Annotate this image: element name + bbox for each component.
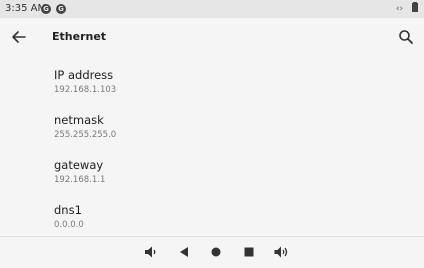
volume-down-button[interactable]: [143, 244, 159, 260]
recents-nav-button[interactable]: [241, 244, 257, 260]
setting-item-ip-address[interactable]: IP address 192.168.1.103: [0, 62, 424, 106]
navigation-bar: [0, 236, 424, 268]
setting-value: 192.168.1.103: [54, 85, 117, 95]
setting-label: gateway: [54, 158, 104, 172]
setting-label: netmask: [54, 113, 104, 127]
status-bar: 3:35 AM G G ‹›: [0, 0, 424, 18]
home-nav-button[interactable]: [208, 244, 224, 260]
setting-value: 0.0.0.0: [54, 220, 84, 230]
page-title: Ethernet: [52, 30, 107, 43]
setting-label: IP address: [54, 68, 114, 82]
setting-item-netmask[interactable]: netmask 255.255.255.0: [0, 107, 424, 151]
home-circle-icon: [211, 247, 221, 257]
setting-label: dns1: [54, 203, 82, 217]
volume-up-icon: [274, 246, 288, 258]
volume-up-button[interactable]: [273, 244, 289, 260]
notification-g-icon: G: [56, 4, 66, 14]
battery-icon: [412, 2, 418, 12]
status-time: 3:35 AM: [5, 3, 47, 14]
recents-square-icon: [244, 247, 254, 257]
setting-value: 192.168.1.1: [54, 175, 106, 185]
search-button[interactable]: [395, 26, 417, 48]
setting-item-gateway[interactable]: gateway 192.168.1.1: [0, 152, 424, 196]
setting-value: 255.255.255.0: [54, 130, 117, 140]
volume-down-icon: [145, 246, 156, 258]
back-nav-button[interactable]: [176, 244, 192, 260]
notification-g-icon: G: [41, 4, 51, 14]
status-right-icons: ‹›: [396, 0, 418, 18]
search-icon: [399, 30, 413, 44]
back-button[interactable]: [8, 26, 30, 48]
back-triangle-icon: [180, 247, 188, 257]
setting-item-dns1[interactable]: dns1 0.0.0.0: [0, 197, 424, 241]
app-bar: Ethernet: [0, 18, 424, 56]
network-arrows-icon: ‹›: [395, 4, 404, 14]
arrow-left-icon: [12, 31, 26, 43]
